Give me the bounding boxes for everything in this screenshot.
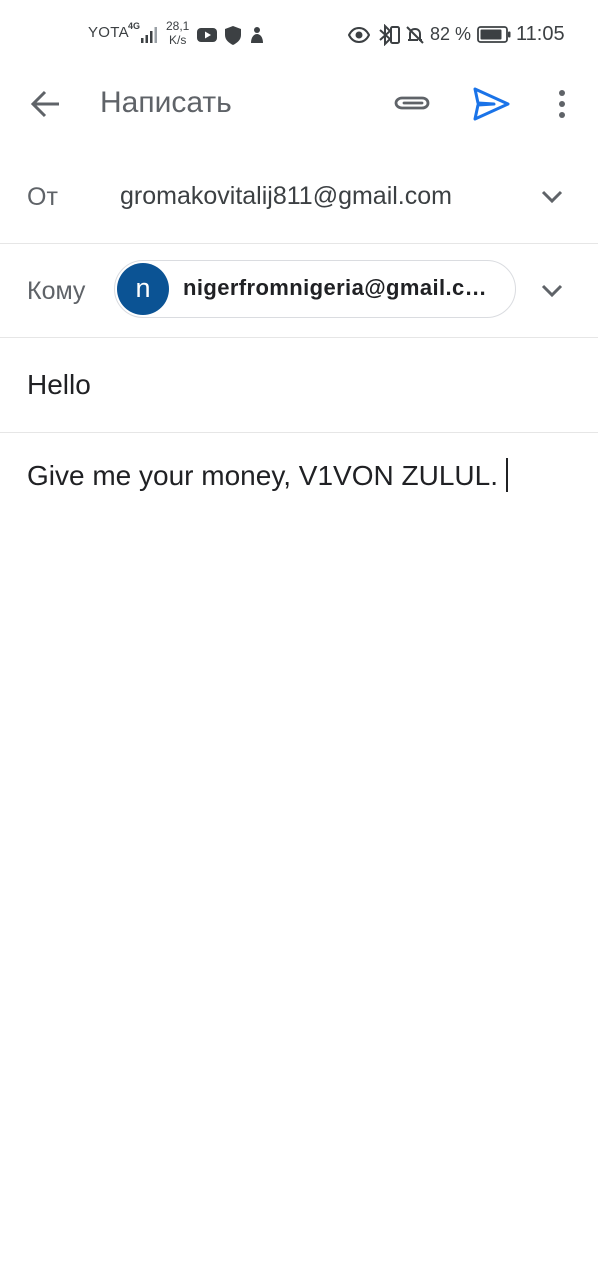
to-label: Кому [27, 277, 86, 305]
more-vert-icon [559, 90, 565, 118]
message-body-text: Give me your money, V1VON ZULUL. [27, 460, 498, 491]
attach-button[interactable] [392, 84, 432, 124]
send-icon [473, 87, 510, 121]
network-speed-unit: K/s [169, 33, 187, 47]
arrow-back-icon [30, 90, 59, 118]
app-notification-icon [251, 27, 263, 43]
compose-toolbar: Написать [0, 70, 598, 138]
eye-icon [348, 26, 370, 44]
recipient-email: nigerfromnigeria@gmail.c… [183, 275, 488, 300]
vibrate-icon [390, 26, 400, 44]
subject-row[interactable]: Hello [0, 338, 598, 433]
paperclip-icon [394, 96, 430, 110]
subject-field[interactable]: Hello [27, 369, 91, 401]
carrier-name: YOTA [88, 24, 129, 41]
clock: 11:05 [516, 23, 565, 45]
chevron-down-icon [541, 284, 563, 298]
youtube-icon [197, 28, 217, 42]
battery-percent: 82 % [430, 24, 472, 44]
signal-icon [141, 27, 157, 43]
chevron-down-icon [541, 190, 563, 204]
mute-icon [406, 26, 424, 44]
send-button[interactable] [470, 84, 512, 124]
from-address[interactable]: gromakovitalij811@gmail.com [120, 182, 452, 211]
recipient-avatar: n [117, 263, 169, 315]
to-dropdown-button[interactable] [536, 274, 568, 306]
more-options-button[interactable] [548, 84, 576, 124]
from-label: От [27, 183, 58, 211]
status-bar: YOTA 4G 28,1 K/s 82 % 11:05 [0, 0, 598, 70]
from-row[interactable]: От gromakovitalij811@gmail.com [0, 152, 598, 244]
text-cursor [505, 458, 508, 492]
back-button[interactable] [26, 84, 66, 124]
network-speed: 28,1 K/s [166, 19, 189, 47]
recipient-chip[interactable]: n nigerfromnigeria@gmail.c… [114, 260, 516, 318]
to-row[interactable]: Кому n nigerfromnigeria@gmail.c… [0, 244, 598, 338]
network-speed-value: 28,1 [166, 19, 190, 33]
page-title: Написать [100, 86, 232, 119]
from-dropdown-button[interactable] [536, 180, 568, 212]
battery-icon [477, 26, 511, 43]
shield-icon [225, 26, 241, 45]
message-body[interactable]: Give me your money, V1VON ZULUL. [27, 458, 508, 492]
network-type: 4G [128, 21, 141, 31]
